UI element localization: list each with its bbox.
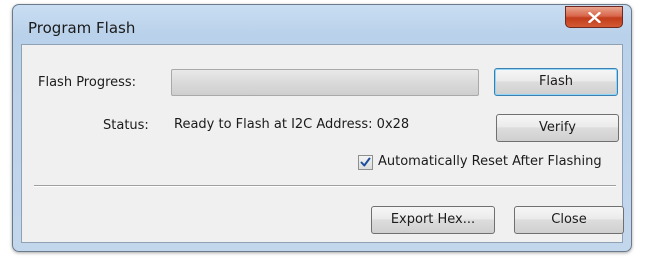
auto-reset-label: Automatically Reset After Flashing bbox=[378, 154, 602, 169]
export-hex-button[interactable]: Export Hex... bbox=[371, 206, 495, 234]
dialog-body: Flash Progress: Flash Status: Ready to F… bbox=[21, 44, 624, 243]
divider bbox=[34, 185, 616, 187]
flash-progress-bar bbox=[171, 69, 479, 96]
flash-progress-label: Flash Progress: bbox=[38, 75, 137, 90]
status-label: Status: bbox=[103, 118, 149, 133]
program-flash-dialog: Program Flash Flash Progress: Flash Stat… bbox=[12, 4, 632, 252]
check-icon bbox=[360, 157, 371, 167]
close-button[interactable]: Close bbox=[514, 206, 624, 234]
close-icon bbox=[588, 12, 601, 23]
auto-reset-checkbox[interactable] bbox=[358, 155, 373, 170]
verify-button[interactable]: Verify bbox=[496, 114, 619, 142]
flash-button[interactable]: Flash bbox=[494, 68, 618, 96]
title-bar[interactable]: Program Flash bbox=[13, 5, 631, 43]
window-close-button[interactable] bbox=[565, 6, 623, 28]
status-value: Ready to Flash at I2C Address: 0x28 bbox=[174, 117, 410, 132]
window-title: Program Flash bbox=[28, 19, 136, 37]
